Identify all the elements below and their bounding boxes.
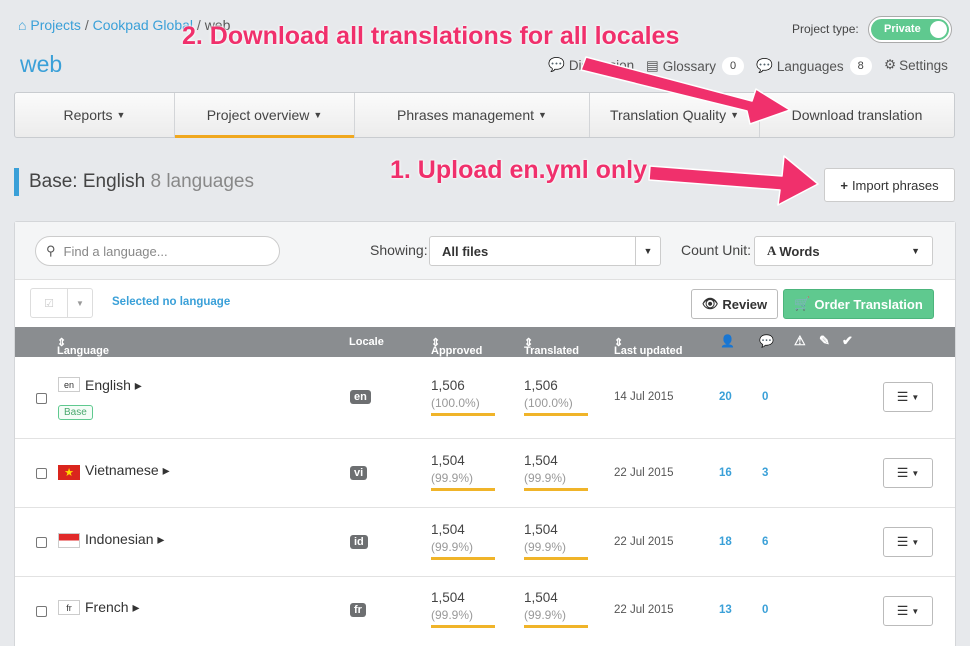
arrow-to-import [648, 155, 819, 206]
annotation-arrows [580, 56, 819, 206]
arrow-to-download [580, 56, 791, 125]
annotation-download: 2. Download all translations for all loc… [182, 22, 680, 50]
annotation-upload: 1. Upload en.yml only [390, 156, 647, 184]
